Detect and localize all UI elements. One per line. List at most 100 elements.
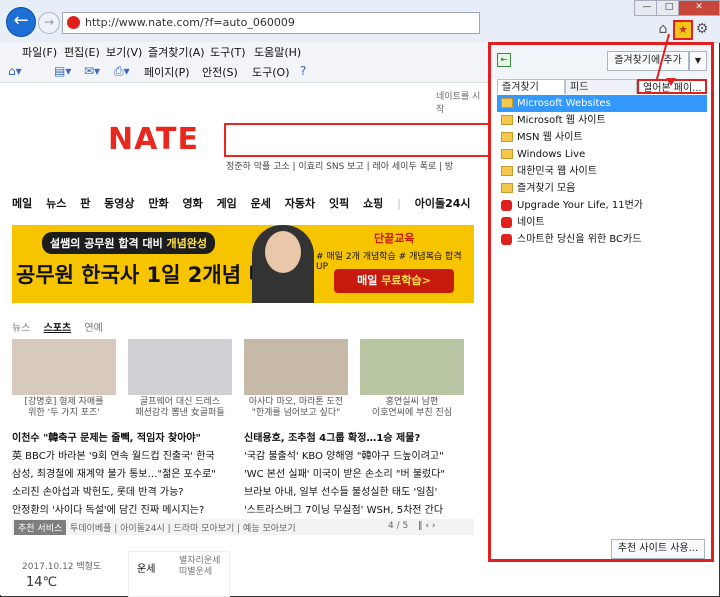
fortune-card[interactable]: 운세 별자리운세 띠별운세 <box>128 551 230 597</box>
favorite-item[interactable]: 즐겨찾기 모음 <box>497 180 707 197</box>
menu-edit[interactable]: 편집(E) <box>64 44 100 60</box>
banner-brand: 단끝교육 <box>374 232 415 245</box>
pin-panel-icon[interactable]: ⇤ <box>497 53 511 67</box>
back-button[interactable]: ← <box>6 7 36 37</box>
mail-icon[interactable]: ✉▾ <box>84 64 100 78</box>
thumbnail-caption[interactable]: [강명호] 형제 자매를 위한 '두 가지 포즈' <box>12 397 116 419</box>
favorite-item[interactable]: Microsoft 웹 사이트 <box>497 112 707 129</box>
start-page-link[interactable]: 네이트를 시작 <box>436 89 488 115</box>
thumbnail-caption[interactable]: 홍연실씨 남편 이호연씨에 부친 진심 <box>360 397 464 419</box>
site-icon <box>501 200 512 211</box>
thumbnail-caption[interactable]: 골프웨어 대신 드레스 패션감각 뽐낸 女골퍼들 <box>128 397 232 419</box>
headline-item[interactable]: 이천수 "韓축구 문제는 줄빽, 적임자 찾아야" <box>12 429 201 444</box>
tab-news[interactable]: 뉴스 <box>12 323 30 334</box>
headline-item[interactable]: 삼성, 최경철에 재계약 불가 통보…"젊은 포수로" <box>12 465 216 480</box>
headline-item[interactable]: '국감 불출석' KBO 양해영 "韓야구 드높이려고" <box>244 447 444 462</box>
folder-icon <box>501 132 513 142</box>
global-nav: 메일 뉴스 판 동영상 만화 영화 게임 운세 자동차 잇픽 쇼핑 | 아이돌2… <box>12 195 481 211</box>
favorite-item[interactable]: Upgrade Your Life, 11번가 <box>497 197 707 214</box>
menu-help[interactable]: 도움말(H) <box>254 44 301 60</box>
pager-arrows-icon[interactable]: ‖ ‹ › <box>418 521 435 531</box>
feeds-icon[interactable]: ▤▾ <box>54 64 71 78</box>
favorite-item[interactable]: Windows Live <box>497 146 707 163</box>
folder-icon <box>501 115 513 125</box>
banner-tagline: 설쌤의 공무원 합격 대비 개념완성 <box>42 232 216 254</box>
gnb-news[interactable]: 뉴스 <box>46 197 66 210</box>
tab-sports[interactable]: 스포츠 <box>44 323 72 334</box>
headline-item[interactable]: '스트라스버그 7이닝 무실점' WSH, 5차전 간다 <box>244 501 443 516</box>
cmd-safety[interactable]: 안전(S) <box>202 64 238 80</box>
gnb-comic[interactable]: 만화 <box>148 197 168 210</box>
news-tabs: 뉴스 스포츠 연예 <box>12 319 113 334</box>
search-input[interactable] <box>224 123 488 157</box>
tab-entertainment[interactable]: 연예 <box>84 323 102 334</box>
menu-view[interactable]: 보기(V) <box>106 44 142 60</box>
favorites-toolbar: ⇤ 즐겨찾기에 추가 ▼ <box>491 45 711 79</box>
ad-banner[interactable]: 설쌤의 공무원 합격 대비 개념완성 공무원 한국사 1일 2개념 비법 단끝교… <box>12 225 474 303</box>
news-thumbnail[interactable] <box>244 339 348 395</box>
add-favorite-dropdown[interactable]: ▼ <box>689 51 707 71</box>
url-field[interactable]: http://www.nate.com/?f=auto_060009 <box>62 12 480 34</box>
forward-button[interactable]: → <box>38 12 60 34</box>
news-thumbnail[interactable] <box>12 339 116 395</box>
cmd-page[interactable]: 페이지(P) <box>144 64 190 80</box>
recommended-chip[interactable]: 추천 서비스 <box>14 520 67 535</box>
banner-headline: 공무원 한국사 1일 2개념 비법 <box>16 263 287 287</box>
menu-favorites[interactable]: 즐겨찾기(A) <box>148 44 205 60</box>
news-thumbnail[interactable] <box>360 339 464 395</box>
news-thumbnail[interactable] <box>128 339 232 395</box>
quick-links[interactable]: 정준하 악플 고소 | 이효리 SNS 보고 | 레아 세이두 폭로 | 방 <box>226 159 453 172</box>
gnb-mail[interactable]: 메일 <box>12 197 32 210</box>
home-small-icon[interactable]: ⌂▾ <box>8 64 22 78</box>
gnb-movie[interactable]: 영화 <box>182 197 202 210</box>
folder-icon <box>501 149 513 159</box>
gnb-shopping[interactable]: 쇼핑 <box>363 197 383 210</box>
gnb-pann[interactable]: 판 <box>80 197 90 210</box>
headline-item[interactable]: 신태용호, 조추첨 4그룹 확정…1승 제물? <box>244 429 420 444</box>
gnb-video[interactable]: 동영상 <box>104 197 134 210</box>
banner-person <box>252 225 314 303</box>
gnb-idol24[interactable]: 아이돌24시 <box>415 197 471 210</box>
recommended-links[interactable]: 투데이베플 | 아이돌24시 | 드라마 모아보기 | 예능 모아보기 <box>70 521 296 534</box>
favorite-item[interactable]: 네이트 <box>497 214 707 231</box>
gnb-fortune[interactable]: 운세 <box>251 197 271 210</box>
menu-bar: 파일(F) 편집(E) 보기(V) 즐겨찾기(A) 도구(T) 도움말(H) <box>0 42 488 60</box>
thumbnail-caption[interactable]: 아사다 마오, 마라톤 도전 "한계를 넘어보고 싶다" <box>244 397 348 419</box>
banner-cta-button[interactable]: 매일 무료학습> <box>334 269 454 293</box>
tab-favorites[interactable]: 즐겨찾기 <box>497 79 565 94</box>
site-icon <box>501 217 512 228</box>
add-favorite-button[interactable]: 즐겨찾기에 추가 <box>607 51 689 71</box>
address-toolbar: ← → http://www.nate.com/?f=auto_060009 ⌂… <box>0 0 720 43</box>
folder-icon <box>501 183 513 193</box>
headline-item[interactable]: 브라보 아내, 일부 선수들 불성실한 태도 '일침' <box>244 483 437 498</box>
help-icon[interactable]: ? <box>300 64 306 78</box>
command-bar: ⌂▾ ▤▾ ✉▾ ⎙▾ 페이지(P) 안전(S) 도구(O) ? <box>0 60 488 83</box>
headline-item[interactable]: 'WC 본선 실패' 미국이 받은 손소리 "버 불렀다" <box>244 465 445 480</box>
folder-icon <box>501 98 513 108</box>
folder-icon <box>501 166 513 176</box>
cmd-tools[interactable]: 도구(O) <box>252 64 289 80</box>
menu-file[interactable]: 파일(F) <box>22 44 57 60</box>
favorite-item[interactable]: Microsoft Websites <box>497 95 707 112</box>
gnb-game[interactable]: 게임 <box>217 197 237 210</box>
nate-logo[interactable]: NATE <box>108 122 199 157</box>
suggested-sites-button[interactable]: 추천 사이트 사용... <box>611 539 705 559</box>
favorite-item[interactable]: 대한민국 웹 사이트 <box>497 163 707 180</box>
gnb-car[interactable]: 자동차 <box>285 197 315 210</box>
print-icon[interactable]: ⎙▾ <box>114 64 130 79</box>
favorite-item[interactable]: MSN 웹 사이트 <box>497 129 707 146</box>
bottom-widgets: 2017.10.12 백형도 14℃ 운세 별자리운세 띠별운세 <box>12 547 488 597</box>
headline-item[interactable]: 안정환의 '사이다 독설'에 담긴 진짜 메시지는? <box>12 501 204 516</box>
headline-item[interactable]: 소리친 손아섭과 박헌도, 롯데 반격 가능? <box>12 483 184 498</box>
page-content: 네이트를 시작 NATE 정준하 악플 고소 | 이효리 SNS 보고 | 레아… <box>0 83 488 597</box>
gnb-itpick[interactable]: 잇픽 <box>329 197 349 210</box>
favorite-item[interactable]: 스마트한 당신을 위한 BC카드 <box>497 231 707 248</box>
headline-item[interactable]: 英 BBC가 바라본 '9회 연속 월드컵 진출국' 한국 <box>12 447 215 462</box>
close-button[interactable]: ✕ <box>678 0 720 16</box>
gear-icon[interactable]: ⚙ <box>693 20 711 38</box>
favorites-star-icon[interactable]: ★ <box>673 20 693 40</box>
nate-favicon <box>67 16 80 29</box>
tab-feeds[interactable]: 피드 <box>565 79 637 94</box>
pager-text: 4 / 5 <box>388 521 409 531</box>
menu-tools[interactable]: 도구(T) <box>210 44 246 60</box>
